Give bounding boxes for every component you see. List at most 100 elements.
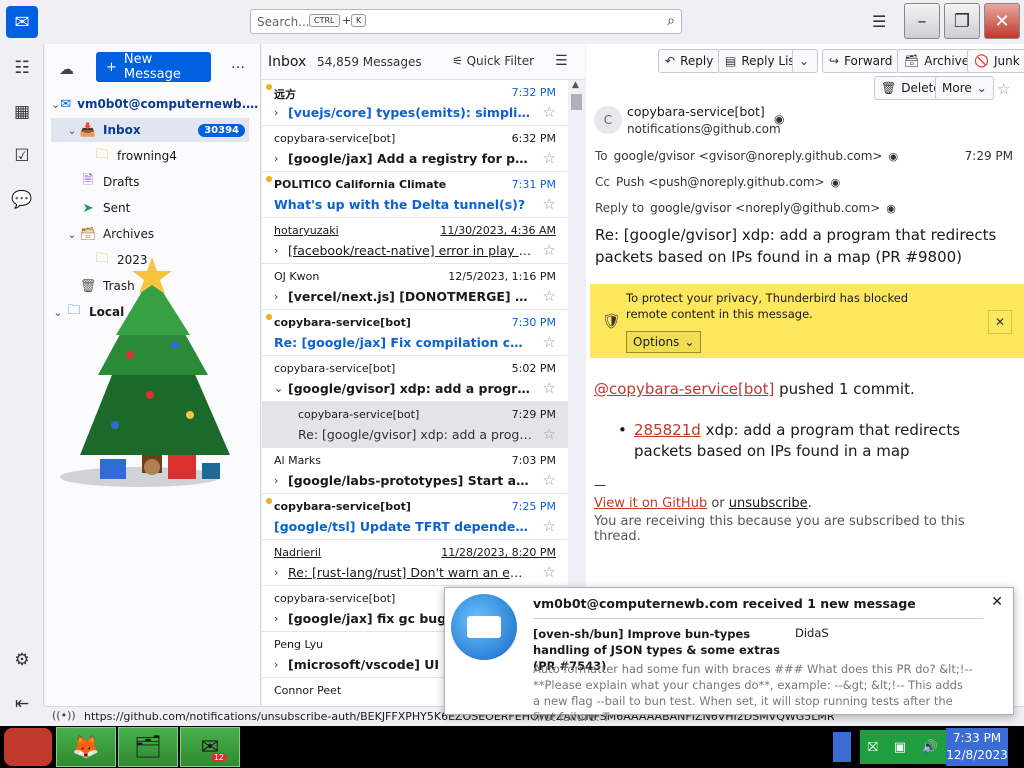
taskbar-file-explorer[interactable]: 🗂: [118, 727, 178, 767]
taskbar-firefox[interactable]: 🦊: [56, 727, 116, 767]
message-row[interactable]: POLITICO California Climate 7:31 PM What's…: [262, 172, 568, 218]
folder-pane-more-icon[interactable]: …: [231, 56, 245, 72]
folder-drafts[interactable]: 🗎 Drafts: [51, 170, 255, 194]
message-row[interactable]: copybara-service[bot] 7:29 PM Re: [google/…: [262, 402, 568, 448]
commit-hash-link[interactable]: 285821d: [634, 421, 701, 439]
add-contact-icon[interactable]: ◉: [831, 176, 841, 189]
star-icon[interactable]: ☆: [543, 471, 556, 489]
message-row[interactable]: hotaryuzaki 11/30/2023, 4:36 AM › [facebook…: [262, 218, 568, 264]
view-on-github-link[interactable]: View it on GitHub: [594, 496, 707, 511]
folder-archives[interactable]: ⌄ 🗃 Archives: [51, 222, 255, 246]
chat-icon[interactable]: 💬: [10, 188, 34, 212]
message-row[interactable]: Nadrieril 11/28/2023, 8:20 PM › Re: [rust-l…: [262, 540, 568, 586]
from-address[interactable]: notifications@github.com: [627, 122, 781, 136]
scrollbar-thumb[interactable]: [571, 94, 582, 110]
get-messages-icon[interactable]: ☁: [59, 60, 74, 78]
star-icon[interactable]: ☆: [543, 195, 556, 213]
message-sender: Peng Lyu: [274, 638, 324, 651]
taskbar-thunderbird[interactable]: ✉ 12: [180, 727, 240, 767]
archive-icon: 🗃: [79, 226, 97, 242]
chevron-right-icon[interactable]: ›: [274, 612, 278, 625]
message-row[interactable]: copybara-service[bot] 7:30 PM Re: [google/…: [262, 310, 568, 356]
chevron-right-icon[interactable]: ›: [274, 290, 278, 303]
network-error-icon[interactable]: ⛝: [868, 740, 878, 755]
close-notification-icon[interactable]: ✕: [991, 594, 1003, 610]
message-row[interactable]: copybara-service[bot] 7:25 PM [google/tsl]…: [262, 494, 568, 540]
message-row[interactable]: Al Marks 7:03 PM › [google/labs-prototypes]…: [262, 448, 568, 494]
star-icon[interactable]: ☆: [543, 287, 556, 305]
cc-recipient[interactable]: Push <push@noreply.github.com>: [616, 175, 825, 189]
to-recipient[interactable]: google/gvisor <gvisor@noreply.github.com…: [614, 149, 883, 163]
add-contact-icon[interactable]: ◉: [889, 150, 899, 163]
message-row[interactable]: OJ Kwon 12/5/2023, 1:16 PM › [vercel/next.j…: [262, 264, 568, 310]
reply-list-dropdown[interactable]: ⌄: [792, 49, 818, 73]
app-menu-icon[interactable]: ☰: [872, 12, 886, 31]
taskbar-clock[interactable]: 7:33 PM 12/8/2023: [946, 728, 1008, 766]
title-bar: ✉ Search... CTRL + K ⌕ ☰ – ❐ ✕: [0, 0, 1024, 44]
chevron-right-icon[interactable]: ›: [274, 474, 278, 487]
network-icon[interactable]: ▣: [894, 740, 906, 755]
new-mail-notification[interactable]: vm0b0t@computernewb.com received 1 new m…: [444, 587, 1014, 724]
message-row[interactable]: copybara-service[bot] 6:32 PM › [google/jax…: [262, 126, 568, 172]
scroll-up-icon[interactable]: ▲: [572, 80, 579, 90]
star-icon[interactable]: ☆: [543, 563, 556, 581]
minimize-button[interactable]: –: [904, 3, 940, 39]
reply-button[interactable]: ↶ Reply: [658, 49, 721, 73]
collapse-spaces-icon[interactable]: ⇤: [10, 692, 34, 716]
star-icon[interactable]: ☆: [543, 241, 556, 259]
star-icon[interactable]: ☆: [543, 149, 556, 167]
maximize-button[interactable]: ❐: [944, 3, 980, 39]
folder-account[interactable]: ⌄ ✉ vm0b0t@computernewb.…: [51, 92, 258, 116]
close-notice-icon[interactable]: ✕: [988, 310, 1012, 334]
volume-icon[interactable]: 🔊: [922, 740, 938, 755]
star-icon[interactable]: ☆: [543, 517, 556, 535]
more-button[interactable]: More ⌄: [935, 76, 994, 100]
chevron-right-icon[interactable]: ›: [274, 566, 278, 579]
chevron-right-icon[interactable]: ›: [274, 244, 278, 257]
message-date: 5:02 PM: [511, 362, 556, 375]
settings-gear-icon[interactable]: ⚙: [10, 648, 34, 672]
star-icon[interactable]: ☆: [543, 103, 556, 121]
show-hidden-icons[interactable]: [833, 732, 851, 762]
message-row[interactable]: 远方 7:32 PM › [vuejs/core] types(emits): sim…: [262, 80, 568, 126]
message-sender: hotaryuzaki: [274, 224, 339, 237]
start-button[interactable]: [4, 728, 52, 766]
mention-link[interactable]: @copybara-service[bot]: [594, 380, 774, 398]
star-icon[interactable]: ☆: [543, 379, 556, 397]
remote-content-options-button[interactable]: Options ⌄: [626, 331, 702, 353]
star-icon[interactable]: ☆: [543, 425, 556, 443]
tasks-icon[interactable]: ☑: [10, 144, 34, 168]
unread-badge: 12: [210, 753, 227, 762]
chevron-down-icon[interactable]: ⌄: [274, 382, 283, 395]
message-sender: copybara-service[bot]: [298, 408, 420, 421]
new-message-button[interactable]: + New Message: [96, 52, 211, 82]
folder-frowning4[interactable]: 🗀 frowning4: [51, 144, 255, 168]
chevron-right-icon[interactable]: ›: [274, 658, 278, 671]
chevron-right-icon[interactable]: ›: [274, 152, 278, 165]
online-status-icon[interactable]: ((•)): [52, 709, 76, 722]
mail-space-button[interactable]: ✉: [6, 6, 38, 38]
folder-sent[interactable]: ➤ Sent: [51, 196, 255, 220]
folder-inbox[interactable]: ⌄ 📥 Inbox 30394: [51, 118, 249, 142]
archive-button[interactable]: 🗃 Archive: [897, 49, 977, 73]
from-name[interactable]: copybara-service[bot]: [627, 104, 765, 119]
search-icon[interactable]: ⌕: [667, 13, 675, 29]
calendar-icon[interactable]: ▦: [10, 100, 34, 124]
quick-filter-button[interactable]: ⚟ Quick Filter: [452, 54, 534, 68]
unsubscribe-link[interactable]: unsubscribe: [729, 496, 808, 511]
star-icon[interactable]: ☆: [997, 80, 1010, 98]
junk-button[interactable]: 🚫 Junk: [967, 49, 1024, 73]
search-bar[interactable]: Search... CTRL + K ⌕: [250, 9, 682, 34]
address-book-icon[interactable]: ☷: [10, 56, 34, 80]
message-subject: Re: [rust-lang/rust] Don't warn an empty…: [288, 565, 532, 580]
add-contact-icon[interactable]: ◉: [774, 112, 784, 126]
forward-button[interactable]: ↪ Forward: [822, 49, 900, 73]
add-contact-icon[interactable]: ◉: [886, 202, 896, 215]
message-date: 7:30 PM: [511, 316, 556, 329]
reply-to-recipient[interactable]: google/gvisor <noreply@github.com>: [650, 201, 880, 215]
message-row[interactable]: copybara-service[bot] 5:02 PM ⌄ [google/gvi…: [262, 356, 568, 402]
chevron-right-icon[interactable]: ›: [274, 106, 278, 119]
star-icon[interactable]: ☆: [543, 333, 556, 351]
display-options-icon[interactable]: ☰: [555, 53, 568, 69]
close-window-button[interactable]: ✕: [984, 3, 1020, 39]
